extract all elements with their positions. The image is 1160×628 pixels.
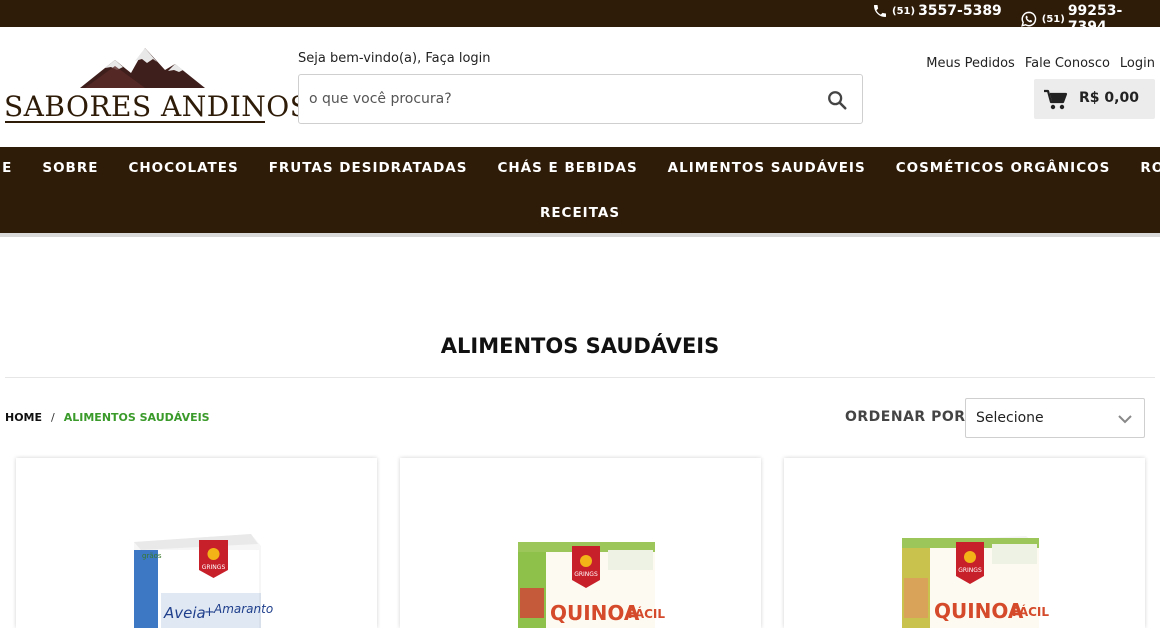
product-image: GRINGS QUINOA FÁCIL [902,536,1049,628]
product-name-right: Amaranto [213,602,273,616]
phone-number: 3557-5389 [918,3,1002,19]
whatsapp-number: 99253-7394 [1067,3,1123,35]
my-orders-link[interactable]: Meus Pedidos [926,56,1015,71]
breadcrumb-current: ALIMENTOS SAUDÁVEIS [63,411,210,424]
breadcrumb: HOME / ALIMENTOS SAUDÁVEIS [5,411,210,424]
product-name-left: QUINOA [550,601,640,625]
welcome-text: Seja bem-vindo(a), [298,51,422,66]
sort-selected-value: Selecione [976,410,1044,426]
product-brand: GRINGS [574,571,598,578]
nav-item-rosas[interactable]: ROSAS [1140,160,1160,176]
top-bar: (51) 3557-5389 (51) 99253-7394 [0,0,1160,35]
search-icon[interactable] [826,89,848,111]
nav-item-receitas[interactable]: RECEITAS [540,205,620,221]
login-prompt-link[interactable]: Faça login [425,51,490,66]
cart-icon [1044,89,1068,110]
product-card[interactable]: GRINGS grãos Aveia + Amaranto [16,458,377,628]
nav-item-cosmeticos-organicos[interactable]: COSMÉTICOS ORGÂNICOS [896,160,1111,176]
whatsapp-contact[interactable]: (51) 99253-7394 [1020,3,1160,35]
whatsapp-icon [1021,11,1037,27]
title-divider [5,377,1155,378]
user-links: Meus Pedidos Fale Conosco Login [926,56,1155,71]
nav-item-home[interactable]: HOME [0,160,12,176]
product-card[interactable]: GRINGS QUINOA FÁCIL [400,458,761,628]
page-title: ALIMENTOS SAUDÁVEIS [440,334,720,358]
nav-item-chas-e-bebidas[interactable]: CHÁS E BEBIDAS [497,160,637,176]
breadcrumb-home[interactable]: HOME [5,411,42,424]
nav-item-sobre[interactable]: SOBRE [42,160,98,176]
whatsapp-area-code: (51) [1041,13,1065,25]
cart-button[interactable]: R$ 0,00 [1034,79,1155,119]
product-name-right: FÁCIL [628,606,665,621]
product-card[interactable]: GRINGS QUINOA FÁCIL [784,458,1145,628]
search-input[interactable] [309,87,809,111]
product-name-left: Aveia [163,604,206,622]
sort-label: ORDENAR POR: [845,409,972,425]
breadcrumb-separator: / [51,411,55,424]
brand-name: SABORES ANDINOS [4,90,310,123]
product-image: GRINGS QUINOA FÁCIL [518,542,665,628]
cart-total: R$ 0,00 [1079,90,1139,106]
sort-select[interactable]: Selecione [965,398,1145,438]
product-brand: GRINGS [202,564,226,571]
login-link[interactable]: Login [1120,56,1155,71]
product-name-right: FÁCIL [1012,604,1049,619]
nav-item-chocolates[interactable]: CHOCOLATES [128,160,238,176]
product-name-left: QUINOA [934,599,1024,623]
product-image: GRINGS grãos Aveia + Amaranto [134,534,273,628]
search-box [298,74,863,124]
phone-area-code: (51) [892,5,916,17]
main-nav: HOME SOBRE CHOCOLATES FRUTAS DESIDRATADA… [0,147,1160,237]
phone-icon [874,5,886,17]
phone-contact[interactable]: (51) 3557-5389 [872,3,1002,19]
welcome-message: Seja bem-vindo(a), Faça login [298,51,491,66]
logo-underline [5,121,265,123]
chevron-down-icon [1118,415,1132,424]
nav-item-frutas-desidratadas[interactable]: FRUTAS DESIDRATADAS [269,160,468,176]
nav-item-alimentos-saudaveis[interactable]: ALIMENTOS SAUDÁVEIS [668,160,866,176]
product-brand: GRINGS [958,567,982,574]
contact-us-link[interactable]: Fale Conosco [1025,56,1110,71]
product-line: grãos [142,552,162,560]
